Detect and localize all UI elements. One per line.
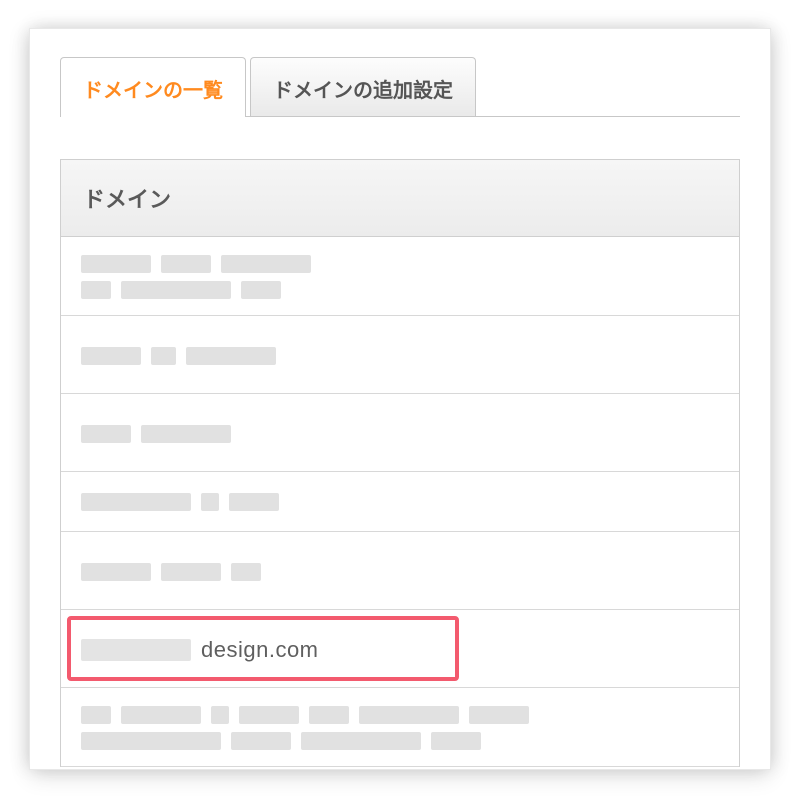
tab-bar: ドメインの一覧 ドメインの追加設定 (60, 57, 740, 117)
table-row[interactable] (61, 316, 739, 394)
redacted-content (81, 493, 719, 511)
table-row[interactable] (61, 688, 739, 767)
redacted-content (81, 706, 719, 750)
domain-table-header: ドメイン (61, 160, 739, 237)
domain-name-suffix: design.com (201, 637, 319, 663)
screenshot-panel: ドメインの一覧 ドメインの追加設定 ドメイン (30, 29, 770, 769)
tab-domain-list[interactable]: ドメインの一覧 (60, 57, 246, 117)
domain-table: ドメイン (60, 159, 740, 767)
tab-domain-add-settings[interactable]: ドメインの追加設定 (250, 57, 476, 117)
redacted-content (81, 347, 719, 365)
table-row[interactable] (61, 472, 739, 532)
table-row[interactable] (61, 237, 739, 316)
redacted-prefix (81, 639, 191, 661)
redacted-content (81, 425, 719, 443)
table-row-highlighted[interactable]: design.com (61, 610, 739, 688)
table-row[interactable] (61, 394, 739, 472)
redacted-content (81, 255, 719, 299)
table-row[interactable] (61, 532, 739, 610)
redacted-content (81, 563, 719, 581)
